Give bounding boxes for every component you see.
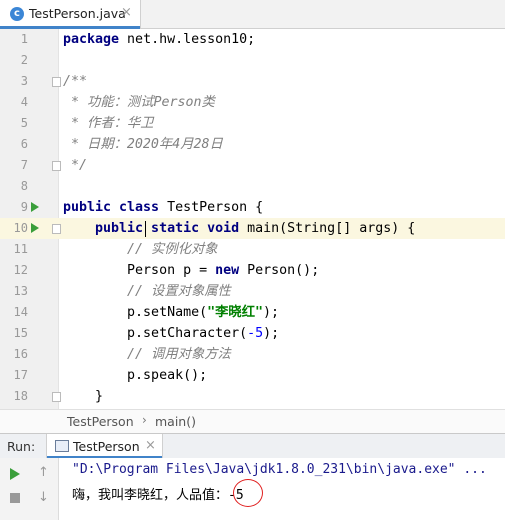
- code-text: // 调用对象方法: [63, 347, 231, 362]
- line-number: 16: [13, 347, 28, 361]
- code-line[interactable]: 3 /**: [0, 71, 505, 92]
- code-line[interactable]: 16 // 调用对象方法: [0, 344, 505, 365]
- arrow-down-icon[interactable]: ↓: [38, 490, 49, 505]
- tab-testperson-java[interactable]: c TestPerson.java ×: [0, 0, 141, 29]
- code-line[interactable]: 6 * 日期：2020年4月28日: [0, 134, 505, 155]
- run-gutter-icon[interactable]: [31, 202, 39, 212]
- line-number: 4: [20, 95, 28, 109]
- code-text: package net.hw.lesson10;: [63, 32, 256, 47]
- code-line[interactable]: 14 p.setName("李晓红");: [0, 302, 505, 323]
- console-output-line: 嗨，我叫李晓红，人品值：-5: [72, 488, 244, 503]
- code-text: p.speak();: [63, 368, 208, 383]
- code-text: // 实例化对象: [63, 242, 218, 257]
- code-line[interactable]: 17 p.speak();: [0, 365, 505, 386]
- code-text: public class TestPerson {: [63, 200, 264, 215]
- code-line[interactable]: 9 public class TestPerson {: [0, 197, 505, 218]
- editor-tab-bar: c TestPerson.java ×: [0, 0, 505, 29]
- breadcrumb-method[interactable]: main(): [155, 414, 196, 429]
- code-text: * 日期：2020年4月28日: [63, 137, 223, 152]
- code-line[interactable]: 15 p.setCharacter(-5);: [0, 323, 505, 344]
- close-icon[interactable]: ×: [121, 5, 132, 20]
- code-editor[interactable]: 1 package net.hw.lesson10; 2 3 /** 4 * 功…: [0, 29, 505, 409]
- code-text: * 作者：华卫: [63, 116, 154, 131]
- code-line[interactable]: 18 }: [0, 386, 505, 407]
- tab-label: TestPerson.java: [29, 6, 126, 21]
- code-text: public static void main(String[] args) {: [63, 221, 416, 236]
- arrow-up-icon[interactable]: ↑: [38, 465, 49, 480]
- highlight-circle: [233, 479, 263, 507]
- code-text: p.setName("李晓红");: [63, 305, 280, 320]
- line-number: 11: [13, 242, 28, 256]
- line-number: 18: [13, 389, 28, 403]
- code-line[interactable]: 8: [0, 176, 505, 197]
- code-text: // 设置对象属性: [63, 284, 231, 299]
- line-number: 12: [13, 263, 28, 277]
- code-line[interactable]: 2: [0, 50, 505, 71]
- line-number: 17: [13, 368, 28, 382]
- code-line[interactable]: 12 Person p = new Person();: [0, 260, 505, 281]
- breadcrumb-separator: ›: [142, 413, 147, 427]
- line-number: 9: [20, 200, 28, 214]
- code-text: /**: [63, 74, 88, 89]
- fold-icon[interactable]: [52, 77, 61, 87]
- line-number: 8: [20, 179, 28, 193]
- fold-icon[interactable]: [52, 161, 61, 171]
- code-line[interactable]: 11 // 实例化对象: [0, 239, 505, 260]
- line-number: 3: [20, 74, 28, 88]
- fold-icon[interactable]: [52, 392, 61, 402]
- console-icon: [55, 440, 69, 452]
- run-tool-window-header: Run: TestPerson ×: [0, 433, 505, 459]
- rerun-icon[interactable]: [10, 468, 20, 480]
- run-label: Run:: [7, 439, 36, 454]
- code-line-current[interactable]: 10 public static void main(String[] args…: [0, 218, 505, 239]
- code-line[interactable]: 5 * 作者：华卫: [0, 113, 505, 134]
- stop-icon[interactable]: [10, 493, 20, 503]
- console-command-line: "D:\Program Files\Java\jdk1.8.0_231\bin\…: [72, 462, 487, 477]
- breadcrumb-class[interactable]: TestPerson: [67, 414, 134, 429]
- line-number: 5: [20, 116, 28, 130]
- java-class-icon: c: [10, 7, 24, 21]
- line-number: 14: [13, 305, 28, 319]
- line-number: 2: [20, 53, 28, 67]
- code-text: Person p = new Person();: [63, 263, 320, 278]
- code-text: */: [63, 158, 88, 173]
- console-toolbar: ↑ ↓: [0, 458, 59, 520]
- run-console[interactable]: ↑ ↓ "D:\Program Files\Java\jdk1.8.0_231\…: [0, 458, 505, 520]
- code-line[interactable]: 13 // 设置对象属性: [0, 281, 505, 302]
- line-number: 6: [20, 137, 28, 151]
- code-line[interactable]: 7 */: [0, 155, 505, 176]
- text-cursor: [145, 221, 146, 237]
- line-number: 13: [13, 284, 28, 298]
- line-number: 15: [13, 326, 28, 340]
- run-gutter-icon[interactable]: [31, 223, 39, 233]
- code-line[interactable]: 1 package net.hw.lesson10;: [0, 29, 505, 50]
- run-tab-label: TestPerson: [73, 439, 140, 454]
- code-line[interactable]: 4 * 功能：测试Person类: [0, 92, 505, 113]
- close-icon[interactable]: ×: [145, 438, 156, 453]
- code-text: p.setCharacter(-5);: [63, 326, 280, 341]
- line-number: 7: [20, 158, 28, 172]
- line-number: 10: [13, 221, 28, 235]
- code-text: * 功能：测试Person类: [63, 95, 215, 110]
- run-tab-testperson[interactable]: TestPerson ×: [46, 434, 163, 459]
- code-text: }: [63, 389, 104, 404]
- line-number: 1: [20, 32, 28, 46]
- fold-icon[interactable]: [52, 224, 61, 234]
- breadcrumb: TestPerson › main(): [0, 409, 505, 433]
